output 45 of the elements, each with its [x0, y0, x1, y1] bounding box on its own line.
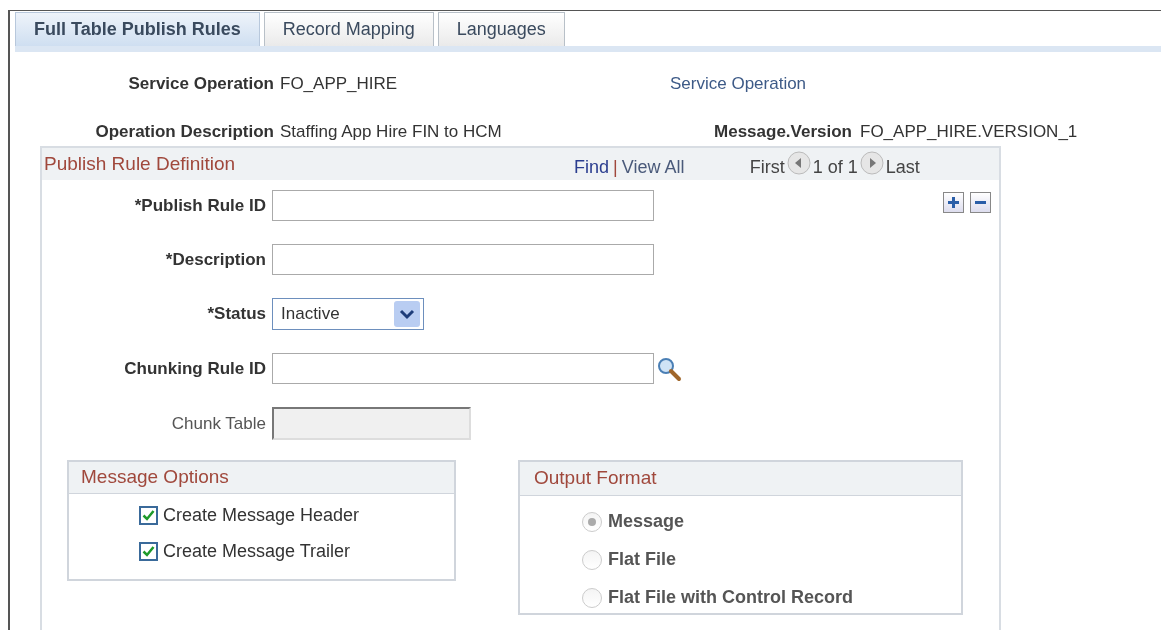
separator: |	[613, 155, 618, 179]
delete-row-button[interactable]	[970, 192, 991, 213]
view-all-link[interactable]: View All	[621, 153, 750, 181]
status-dropdown[interactable]: Inactive	[272, 298, 424, 330]
field-label: Chunk Table	[171, 412, 266, 435]
tab[interactable]: Record Mapping	[263, 12, 434, 46]
previous-icon[interactable]	[786, 151, 811, 175]
field-value: Staffing App Hire FIN to HCM	[280, 121, 503, 144]
tab[interactable]: Languages	[437, 12, 565, 46]
text-field[interactable]	[272, 190, 654, 221]
radio-button[interactable]	[582, 587, 602, 608]
chevron-down-icon	[394, 301, 420, 327]
plus-icon	[947, 196, 960, 209]
service-operation-link[interactable]: Service Operation	[670, 71, 807, 97]
field-label: *Description	[165, 248, 266, 271]
page-count: 1 of 1	[812, 155, 858, 179]
field-label: Operation Description	[95, 121, 274, 144]
tab[interactable]: Full Table Publish Rules	[15, 12, 260, 46]
radio-button[interactable]	[582, 511, 602, 532]
radio-label: Flat File with Control Record	[608, 586, 853, 609]
checkbox-label: Create Message Header	[163, 504, 360, 527]
field-value: FO_APP_HIRE.VERSION_1	[860, 121, 1078, 144]
add-row-button[interactable]	[943, 192, 964, 213]
find-link[interactable]: Find	[574, 153, 609, 181]
last-label: Last	[885, 155, 920, 179]
field-label: Message.Version	[714, 121, 852, 144]
section-title: Output Format	[534, 466, 657, 491]
field-label: Service Operation	[128, 73, 274, 96]
radio-label: Flat File	[608, 548, 676, 571]
next-icon[interactable]	[859, 151, 884, 175]
radio-label: Message	[608, 510, 685, 533]
radio-button[interactable]	[582, 549, 602, 570]
text-field[interactable]	[272, 244, 654, 275]
checkbox[interactable]	[139, 506, 158, 525]
section-title: Message Options	[81, 465, 229, 490]
field-label: *Publish Rule ID	[134, 194, 266, 217]
text-field[interactable]	[272, 353, 654, 384]
checkbox[interactable]	[139, 542, 158, 561]
checkbox-label: Create Message Trailer	[163, 540, 351, 563]
search-icon[interactable]	[656, 355, 682, 382]
first-label: First	[749, 155, 785, 179]
section-title: Publish Rule Definition	[44, 151, 237, 176]
field-value: FO_APP_HIRE	[280, 73, 399, 96]
field-label: *Status	[207, 303, 266, 326]
field-label: Chunking Rule ID	[124, 357, 266, 380]
